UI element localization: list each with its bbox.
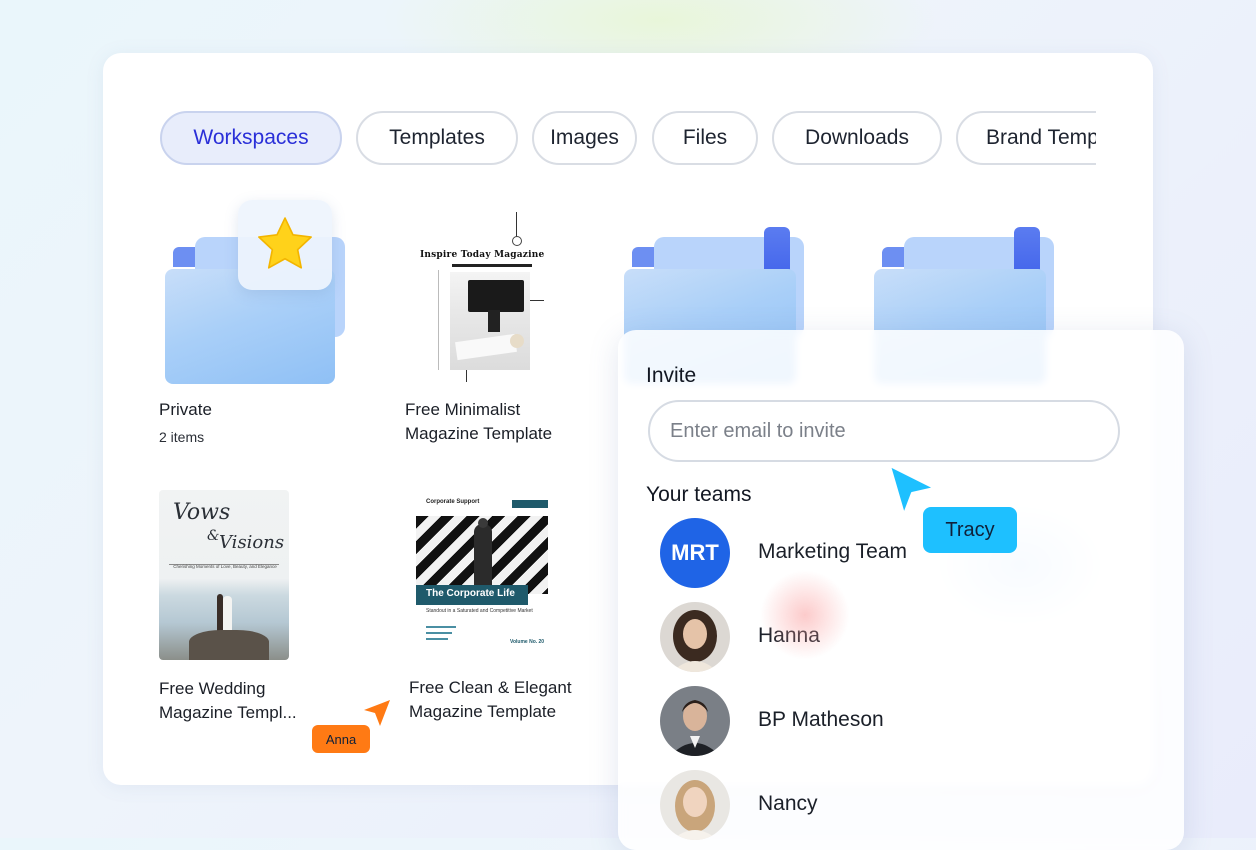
star-icon	[258, 217, 312, 269]
your-teams-heading: Your teams	[646, 483, 752, 506]
tab-files[interactable]: Files	[652, 111, 758, 165]
item-title-minimalist[interactable]: Free Minimalist Magazine Template	[405, 398, 552, 446]
avatar	[660, 770, 730, 840]
avatar	[660, 602, 730, 672]
star-folder-icon	[238, 200, 332, 290]
thumb-title-inspire: Inspire Today Magazine	[420, 250, 545, 260]
thumb-title-corporate: The Corporate Life	[426, 588, 515, 599]
background-blob	[760, 570, 850, 660]
item-title-line2: Magazine Template	[409, 702, 557, 721]
team-row-hanna[interactable]: Hanna	[660, 602, 1120, 674]
item-title-line2: Magazine Templ...	[159, 703, 297, 722]
item-title-private[interactable]: Private	[159, 398, 212, 422]
team-name: Nancy	[758, 792, 818, 815]
tab-bar: Workspaces Templates Images Files Downlo…	[160, 111, 1096, 169]
avatar	[660, 686, 730, 756]
invite-panel: Invite Your teams MRT Marketing Team Han…	[618, 330, 1184, 850]
item-title-line2: Magazine Template	[405, 424, 553, 443]
invite-heading: Invite	[646, 364, 697, 387]
thumb-subtitle: Standout in a Saturated and Competitive …	[426, 608, 533, 614]
item-title-line1: Free Clean & Elegant	[409, 678, 572, 697]
team-name: Marketing Team	[758, 540, 908, 563]
tab-templates[interactable]: Templates	[356, 111, 518, 165]
invite-email-input[interactable]	[648, 400, 1120, 462]
tab-images[interactable]: Images	[532, 111, 637, 165]
team-row-bp-matheson[interactable]: BP Matheson	[660, 686, 1120, 758]
item-title-wedding[interactable]: Free Wedding Magazine Templ...	[159, 677, 297, 725]
tab-workspaces[interactable]: Workspaces	[160, 111, 342, 165]
team-row-marketing[interactable]: MRT Marketing Team	[660, 518, 1120, 590]
thumb-header: Corporate Support	[426, 499, 480, 505]
thumb-subtitle: Cherishing Moments of Love, Beauty, and …	[173, 564, 277, 569]
thumb-title-amp: &	[207, 528, 220, 544]
magazine-thumbnail-corporate[interactable]: Corporate Support The Corporate Life Sta…	[416, 496, 548, 656]
thumb-title-visions: Visions	[219, 532, 285, 553]
thumb-title-vows: Vows	[173, 500, 231, 525]
team-name: BP Matheson	[758, 708, 884, 731]
item-title-line1: Free Wedding	[159, 679, 266, 698]
item-title-line1: Free Minimalist	[405, 400, 521, 419]
avatar: MRT	[660, 518, 730, 588]
thumb-volume: Volume No. 20	[510, 639, 545, 645]
tab-brand-templates[interactable]: Brand Templates	[956, 111, 1096, 165]
item-subtitle-private: 2 items	[159, 429, 205, 445]
tab-downloads[interactable]: Downloads	[772, 111, 942, 165]
cursor-label-anna: Anna	[312, 725, 370, 753]
cursor-pointer-icon	[364, 700, 390, 726]
cursor-label-tracy: Tracy	[923, 507, 1017, 553]
team-row-nancy[interactable]: Nancy	[660, 770, 1120, 842]
magazine-thumbnail-wedding[interactable]: Vows & Visions Cherishing Moments of Lov…	[159, 490, 289, 660]
item-title-corporate[interactable]: Free Clean & Elegant Magazine Template	[409, 676, 572, 724]
